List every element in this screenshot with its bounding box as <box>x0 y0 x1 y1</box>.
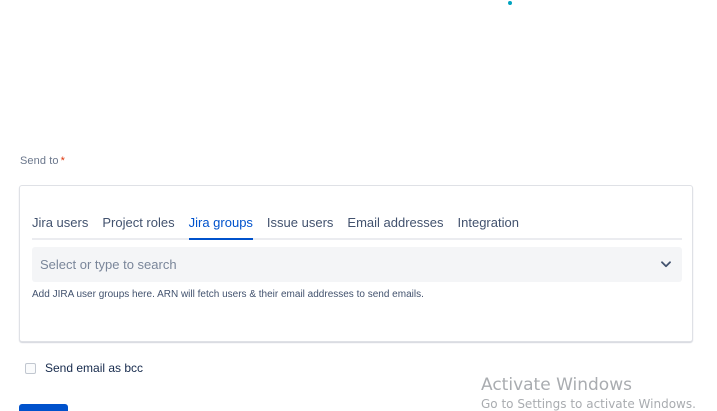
bcc-option[interactable]: Send email as bcc <box>25 361 143 375</box>
helper-text: Add JIRA user groups here. ARN will fetc… <box>32 289 424 300</box>
bcc-checkbox[interactable] <box>25 362 36 374</box>
chevron-down-icon[interactable] <box>658 257 674 273</box>
tab-project-roles[interactable]: Project roles <box>102 214 174 238</box>
send-to-label: Send to * <box>20 155 65 167</box>
tab-email-addresses[interactable]: Email addresses <box>347 214 443 238</box>
search-placeholder: Select or type to search <box>40 257 177 272</box>
watermark-subtitle: Go to Settings to activate Windows. <box>481 397 696 411</box>
required-marker: * <box>60 155 66 167</box>
tab-jira-groups[interactable]: Jira groups <box>188 214 254 240</box>
recipient-tabs: Jira users Project roles Jira groups Iss… <box>32 214 682 240</box>
send-to-label-text: Send to <box>20 155 59 167</box>
tab-jira-users[interactable]: Jira users <box>32 214 88 238</box>
group-search-select[interactable]: Select or type to search <box>32 247 682 282</box>
watermark-title: Activate Windows <box>481 375 632 395</box>
primary-button[interactable] <box>19 404 68 411</box>
loading-dot <box>508 1 512 5</box>
tab-integration[interactable]: Integration <box>458 214 519 238</box>
recipients-card: Jira users Project roles Jira groups Iss… <box>19 185 693 342</box>
tab-issue-users[interactable]: Issue users <box>267 214 333 238</box>
bcc-label[interactable]: Send email as bcc <box>45 361 143 375</box>
activate-windows-watermark: Activate Windows Go to Settings to activ… <box>481 374 696 411</box>
